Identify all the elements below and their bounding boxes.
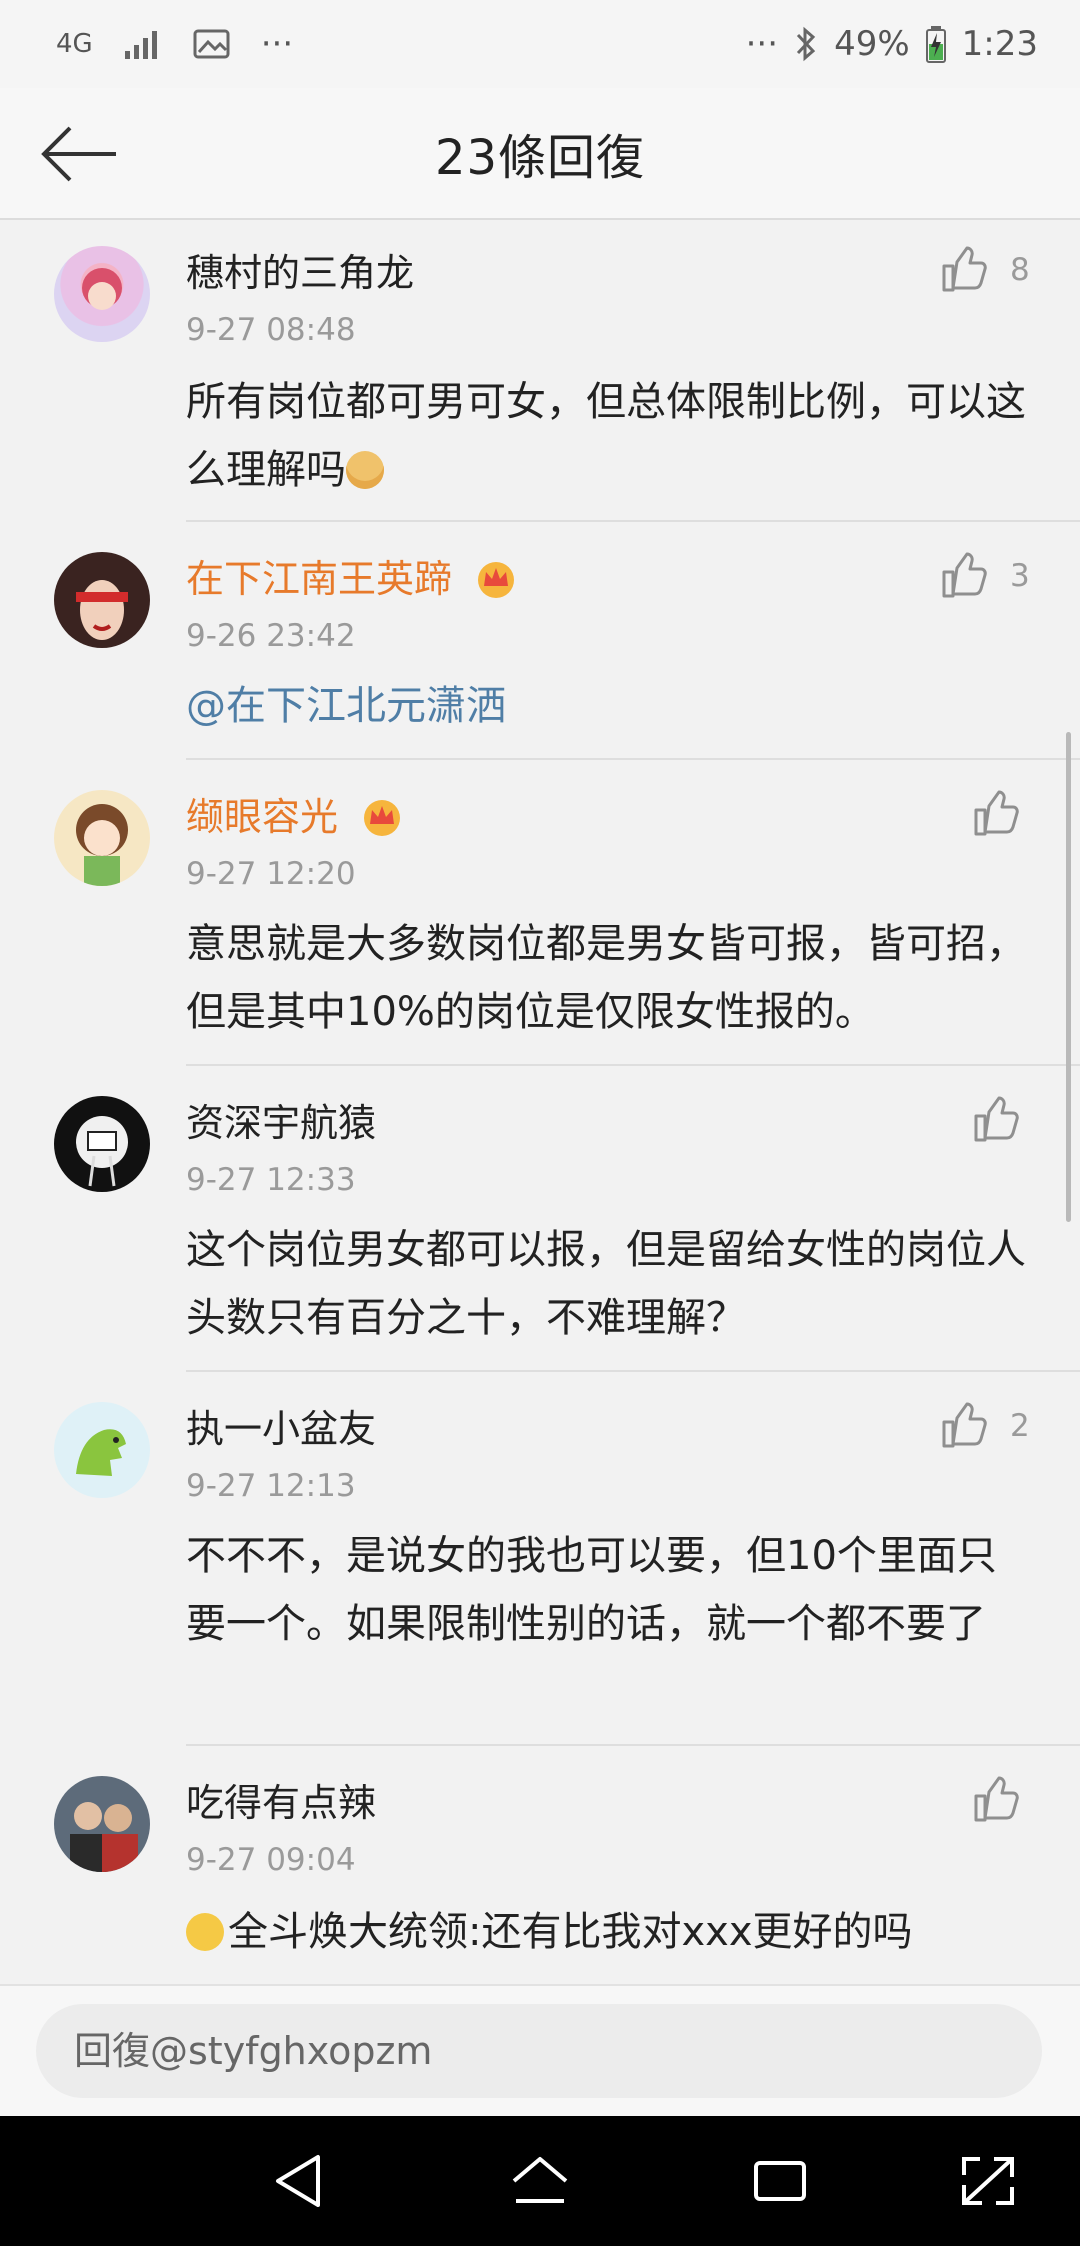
- thumbs-up-icon: [974, 1096, 1019, 1142]
- like-button[interactable]: 8: [940, 246, 1030, 294]
- nav-home-icon: [512, 2157, 568, 2203]
- comment-item: 执一小盆友 9-27 12:13 2 不不不，是说女的我也可以要，但10个里面只…: [0, 1372, 1080, 1746]
- like-count: 8: [1010, 252, 1030, 288]
- expand-icon: [962, 2157, 1014, 2205]
- comment-time: 9-27 09:04: [186, 1842, 356, 1878]
- doge-emoji-icon: [346, 451, 384, 489]
- comment-item: 资深宇航猿 9-27 12:33 这个岗位男女都可以报，但是留给女性的岗位人头数…: [0, 1066, 1080, 1372]
- comment-time: 9-27 08:48: [186, 312, 356, 348]
- network-indicator: 4G: [56, 29, 93, 59]
- image-notification-icon: [193, 29, 230, 59]
- vip-crown-icon: [364, 800, 401, 836]
- comment-author[interactable]: 在下江南王英蹄: [186, 554, 518, 604]
- more-notifications-indicator: ···: [260, 24, 294, 64]
- comment-content: 不不不，是说女的我也可以要，但10个里面只要一个。如果限制性别的话，就一个都不要…: [186, 1533, 997, 1647]
- avatar[interactable]: [54, 1776, 150, 1872]
- like-button[interactable]: 2: [940, 1402, 1030, 1450]
- like-button[interactable]: [972, 1096, 1020, 1144]
- more-status-indicator: ···: [745, 24, 779, 64]
- comment-item: 穗村的三角龙 9-27 08:48 8 所有岗位都可男可女，但总体限制比例，可以…: [0, 220, 1080, 522]
- reply-list[interactable]: 穗村的三角龙 9-27 08:48 8 所有岗位都可男可女，但总体限制比例，可以…: [0, 220, 1080, 1984]
- bluetooth-icon: [796, 26, 816, 62]
- battery-charging-icon: [925, 26, 946, 63]
- nav-recents-button[interactable]: [748, 2151, 812, 2211]
- nav-fullscreen-button[interactable]: [956, 2151, 1020, 2211]
- thumbs-up-icon: [942, 1402, 987, 1448]
- clock: 1:23: [961, 24, 1038, 64]
- comment-author[interactable]: 资深宇航猿: [186, 1098, 376, 1148]
- scrollbar[interactable]: [1066, 732, 1071, 1222]
- signal-icon: [124, 31, 157, 59]
- thumbs-up-icon: [942, 246, 987, 292]
- comment-content: 全斗焕大统领:还有比我对xxx更好的吗: [186, 1898, 1036, 1966]
- thumbs-up-icon: [974, 1776, 1019, 1822]
- comment-author[interactable]: 穗村的三角龙: [186, 248, 414, 298]
- comment-content: 意思就是大多数岗位都是男女皆可报，皆可招，但是其中10%的岗位是仅限女性报的。: [186, 921, 1026, 1035]
- status-bar: 4G ··· ··· 49% 1:23: [0, 0, 1080, 88]
- comment-time: 9-26 23:42: [186, 618, 356, 654]
- comment-content: 所有岗位都可男可女，但总体限制比例，可以这么理解吗: [186, 379, 1026, 493]
- thumbs-up-icon: [974, 790, 1019, 836]
- battery-percent: 49%: [834, 24, 910, 64]
- nav-back-icon: [276, 2155, 320, 2207]
- thumbs-up-icon: [942, 552, 987, 598]
- like-count: 3: [1010, 558, 1030, 594]
- system-nav-bar: [0, 2116, 1080, 2246]
- smirk-emoji-icon: [186, 1913, 224, 1951]
- app-bar: 23條回復: [0, 88, 1080, 220]
- nav-home-button[interactable]: [508, 2151, 572, 2211]
- comment-item: 在下江南王英蹄 9-26 23:42 3 @在下江北元潇洒: [0, 522, 1080, 760]
- comment-author[interactable]: 缬眼容光: [186, 792, 404, 842]
- page-title: 23條回復: [434, 130, 646, 186]
- comment-author[interactable]: 吃得有点辣: [186, 1778, 376, 1828]
- comment-content: 这个岗位男女都可以报，但是留给女性的岗位人头数只有百分之十，不难理解？: [186, 1227, 1026, 1341]
- comment-author[interactable]: 执一小盆友: [186, 1404, 376, 1454]
- like-count: 2: [1010, 1408, 1030, 1444]
- mention-link[interactable]: @在下江北元潇洒: [186, 672, 1036, 740]
- comment-time: 9-27 12:20: [186, 856, 356, 892]
- avatar[interactable]: [54, 552, 150, 648]
- comment-time: 9-27 12:13: [186, 1468, 356, 1504]
- nav-recents-icon: [754, 2161, 806, 2201]
- like-button[interactable]: [972, 1776, 1020, 1824]
- avatar[interactable]: [54, 1402, 150, 1498]
- avatar[interactable]: [54, 790, 150, 886]
- reply-input[interactable]: [36, 2004, 1042, 2098]
- avatar[interactable]: [54, 246, 150, 342]
- vip-crown-icon: [478, 562, 515, 598]
- like-button[interactable]: 3: [940, 552, 1030, 600]
- avatar[interactable]: [54, 1096, 150, 1192]
- comment-item: 吃得有点辣 9-27 09:04 全斗焕大统领:还有比我对xxx更好的吗: [0, 1746, 1080, 1984]
- nav-back-button[interactable]: [268, 2151, 332, 2211]
- reply-bar: [0, 1984, 1080, 2118]
- like-button[interactable]: [972, 790, 1020, 838]
- comment-time: 9-27 12:33: [186, 1162, 356, 1198]
- comment-item: 缬眼容光 9-27 12:20 意思就是大多数岗位都是男女皆可报，皆可招，但是其…: [0, 760, 1080, 1066]
